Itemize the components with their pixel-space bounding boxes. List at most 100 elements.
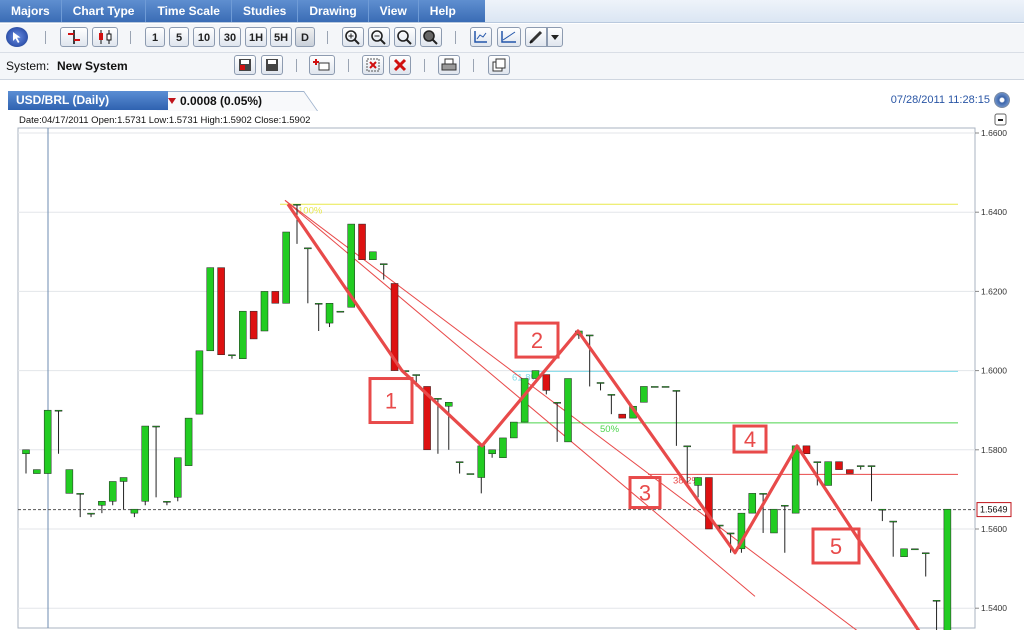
y-tick-label: 1.6600 (981, 128, 1007, 138)
price-change: 0.0008 (0.05%) (168, 94, 262, 108)
trendline-icon[interactable] (497, 27, 521, 47)
delete-icon[interactable] (389, 55, 411, 75)
y-tick-label: 1.6400 (981, 207, 1007, 217)
menu-chart-type[interactable]: Chart Type (62, 0, 147, 22)
menu-studies[interactable]: Studies (232, 0, 299, 22)
candle-body (260, 291, 269, 332)
candle-body (445, 402, 453, 407)
candle-body (596, 382, 605, 384)
separator (455, 31, 456, 44)
menu-time-scale[interactable]: Time Scale (146, 0, 232, 22)
timestamp: 07/28/2011 11:28:15 (890, 94, 990, 106)
candle-body (325, 303, 334, 324)
tab-usd-brl[interactable]: USD/BRL (Daily) (8, 91, 168, 110)
candle-body (726, 532, 735, 535)
chart-tab-bar: USD/BRL (Daily) 0.0008 (0.05%) 07/28/201… (0, 88, 1024, 111)
open-system-icon[interactable] (261, 55, 283, 75)
candle-body (379, 263, 388, 265)
menu-help[interactable]: Help (419, 0, 467, 22)
candle-body (239, 310, 247, 359)
y-tick-label: 1.5800 (981, 445, 1007, 455)
period-1h-button[interactable]: 1H (245, 27, 267, 47)
candle-body (640, 386, 648, 403)
candle-body (694, 477, 702, 486)
print-icon[interactable] (438, 55, 460, 75)
candle-body (650, 386, 659, 388)
separator (327, 31, 328, 44)
candle-body (748, 493, 757, 514)
candle-body (900, 548, 908, 557)
candle-body (488, 449, 496, 455)
period-d-button[interactable]: D (295, 27, 315, 47)
candle-body (76, 493, 84, 495)
pointer-icon[interactable] (6, 27, 28, 47)
ohlc-bar-icon[interactable] (60, 27, 88, 47)
candle-body (846, 469, 854, 474)
zoom-fit-icon[interactable] (394, 27, 416, 47)
candle-body (314, 303, 323, 305)
system-label: System: (6, 59, 50, 73)
price-chart[interactable]: Date:04/17/2011 Open:1.5731 Low:1.5731 H… (0, 110, 1024, 630)
candle-body (293, 204, 301, 206)
candle-body (43, 409, 52, 474)
period-10-button[interactable]: 10 (193, 27, 215, 47)
period-5-button[interactable]: 5 (169, 27, 189, 47)
candle-body (336, 310, 345, 313)
y-tick-label: 1.5400 (981, 603, 1007, 613)
candle-body (54, 409, 63, 412)
candle-body (856, 465, 865, 467)
candle-body (564, 378, 572, 443)
candle-body (119, 477, 128, 482)
period-30-button[interactable]: 30 (219, 27, 241, 47)
candle-body (206, 267, 215, 352)
candle-body (466, 473, 475, 475)
candle-body (878, 508, 887, 511)
system-name[interactable]: New System (57, 59, 128, 73)
separator (296, 59, 297, 72)
candle-body (759, 493, 767, 495)
period-1-button[interactable]: 1 (145, 27, 165, 47)
detach-window-icon[interactable] (488, 55, 510, 75)
wave-label: 5 (830, 534, 842, 559)
candlestick-icon[interactable] (92, 27, 118, 47)
remove-selected-icon[interactable] (362, 55, 384, 75)
add-indicator-icon[interactable] (309, 55, 335, 75)
zoom-in-icon[interactable] (342, 27, 364, 47)
system-bar: System: New System (0, 53, 1024, 80)
candle-body (510, 421, 518, 439)
candle-body (184, 417, 193, 466)
separator (424, 59, 425, 72)
pencil-icon[interactable] (525, 27, 547, 47)
separator (45, 31, 46, 44)
candle-body (33, 469, 41, 474)
candle-body (217, 267, 225, 356)
candle-body (585, 334, 594, 337)
period-5h-button[interactable]: 5H (270, 27, 292, 47)
separator (348, 59, 349, 72)
fib-level-label: 50% (600, 424, 620, 435)
chevron-down-icon[interactable] (547, 27, 563, 47)
candle-body (108, 481, 117, 502)
wave-label: 4 (744, 427, 756, 452)
save-system-icon[interactable] (234, 55, 256, 75)
menu-view[interactable]: View (369, 0, 419, 22)
candle-body (249, 310, 258, 340)
candle-body (358, 223, 366, 260)
candle-body (87, 512, 95, 515)
zoom-reset-icon[interactable] (420, 27, 442, 47)
refresh-icon[interactable] (994, 92, 1010, 108)
candle-body (152, 425, 160, 428)
toolbar: 1 5 10 30 1H 5H D (0, 24, 1024, 53)
candle-body (282, 231, 290, 304)
candle-body (770, 508, 778, 534)
menu-majors[interactable]: Majors (0, 0, 62, 22)
chart-axis-icon[interactable] (470, 27, 492, 47)
separator (473, 59, 474, 72)
menu-drawing[interactable]: Drawing (298, 0, 369, 22)
candle-body (867, 465, 876, 467)
candle-body (455, 461, 464, 463)
zoom-out-icon[interactable] (368, 27, 390, 47)
candle-body (130, 508, 139, 514)
candle-body (499, 437, 507, 458)
candle-body (889, 520, 897, 523)
